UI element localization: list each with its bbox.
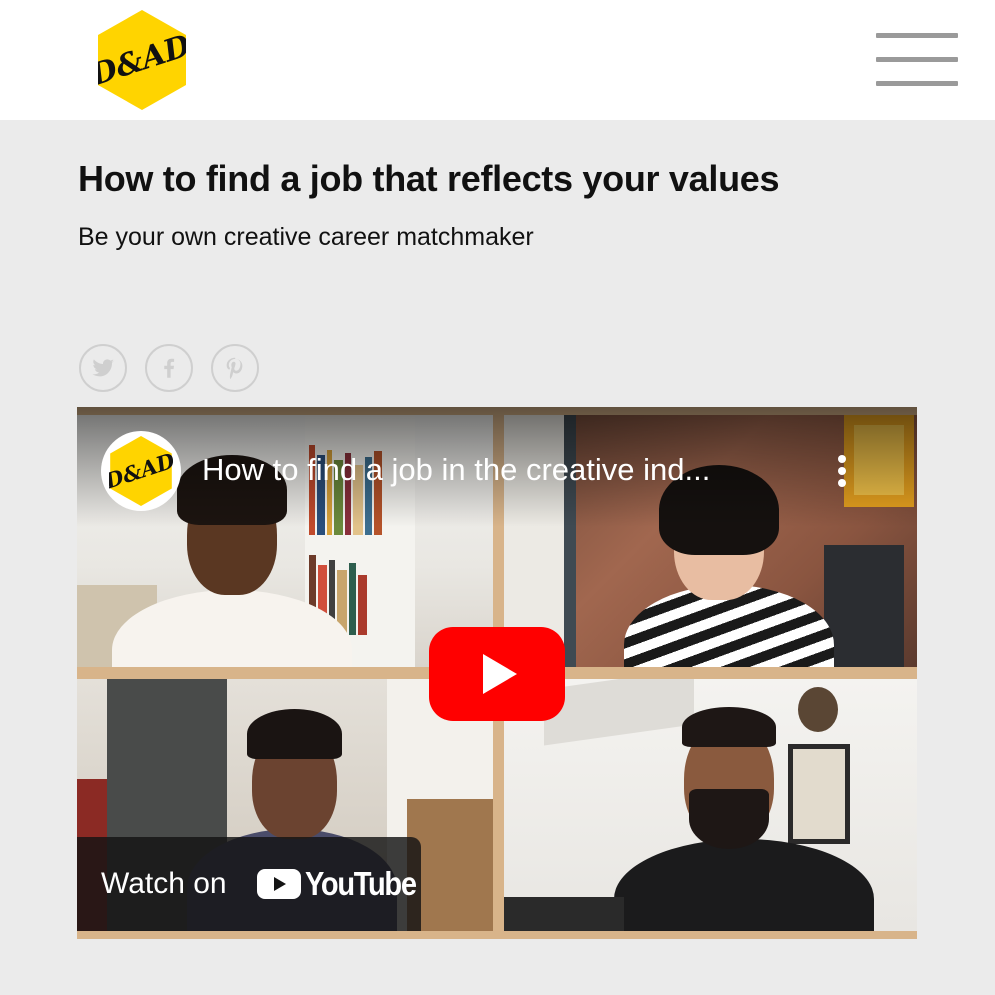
twitter-icon	[92, 359, 115, 377]
youtube-play-icon	[429, 627, 565, 721]
twitter-share-button[interactable]	[79, 344, 127, 392]
watch-on-youtube-button[interactable]: Watch on YouTube	[77, 837, 421, 931]
video-title[interactable]: How to find a job in the creative ind...	[202, 452, 710, 488]
play-button[interactable]	[429, 627, 565, 721]
youtube-wordmark: YouTube	[305, 865, 417, 902]
pinterest-share-button[interactable]	[211, 344, 259, 392]
facebook-share-button[interactable]	[145, 344, 193, 392]
channel-avatar[interactable]: D&AD	[101, 431, 181, 511]
dandad-logo[interactable]: D&AD	[86, 10, 195, 110]
youtube-logo-icon	[257, 869, 301, 899]
hamburger-menu-icon[interactable]	[876, 33, 958, 89]
channel-logo-icon: D&AD	[109, 436, 173, 506]
facebook-icon	[164, 358, 175, 378]
article-content: How to find a job that reflects your val…	[0, 120, 995, 995]
site-header: D&AD	[0, 0, 995, 120]
youtube-video-embed[interactable]: D&AD How to find a job in the creative i…	[77, 407, 917, 939]
dandad-logo-hexagon: D&AD	[86, 10, 195, 110]
article-subtitle: Be your own creative career matchmaker	[78, 223, 534, 251]
video-tile-speaker-4	[504, 679, 917, 931]
watch-on-label: Watch on	[101, 867, 227, 900]
pinterest-icon	[226, 357, 243, 379]
article-title: How to find a job that reflects your val…	[78, 158, 780, 199]
more-options-icon[interactable]	[835, 455, 849, 491]
